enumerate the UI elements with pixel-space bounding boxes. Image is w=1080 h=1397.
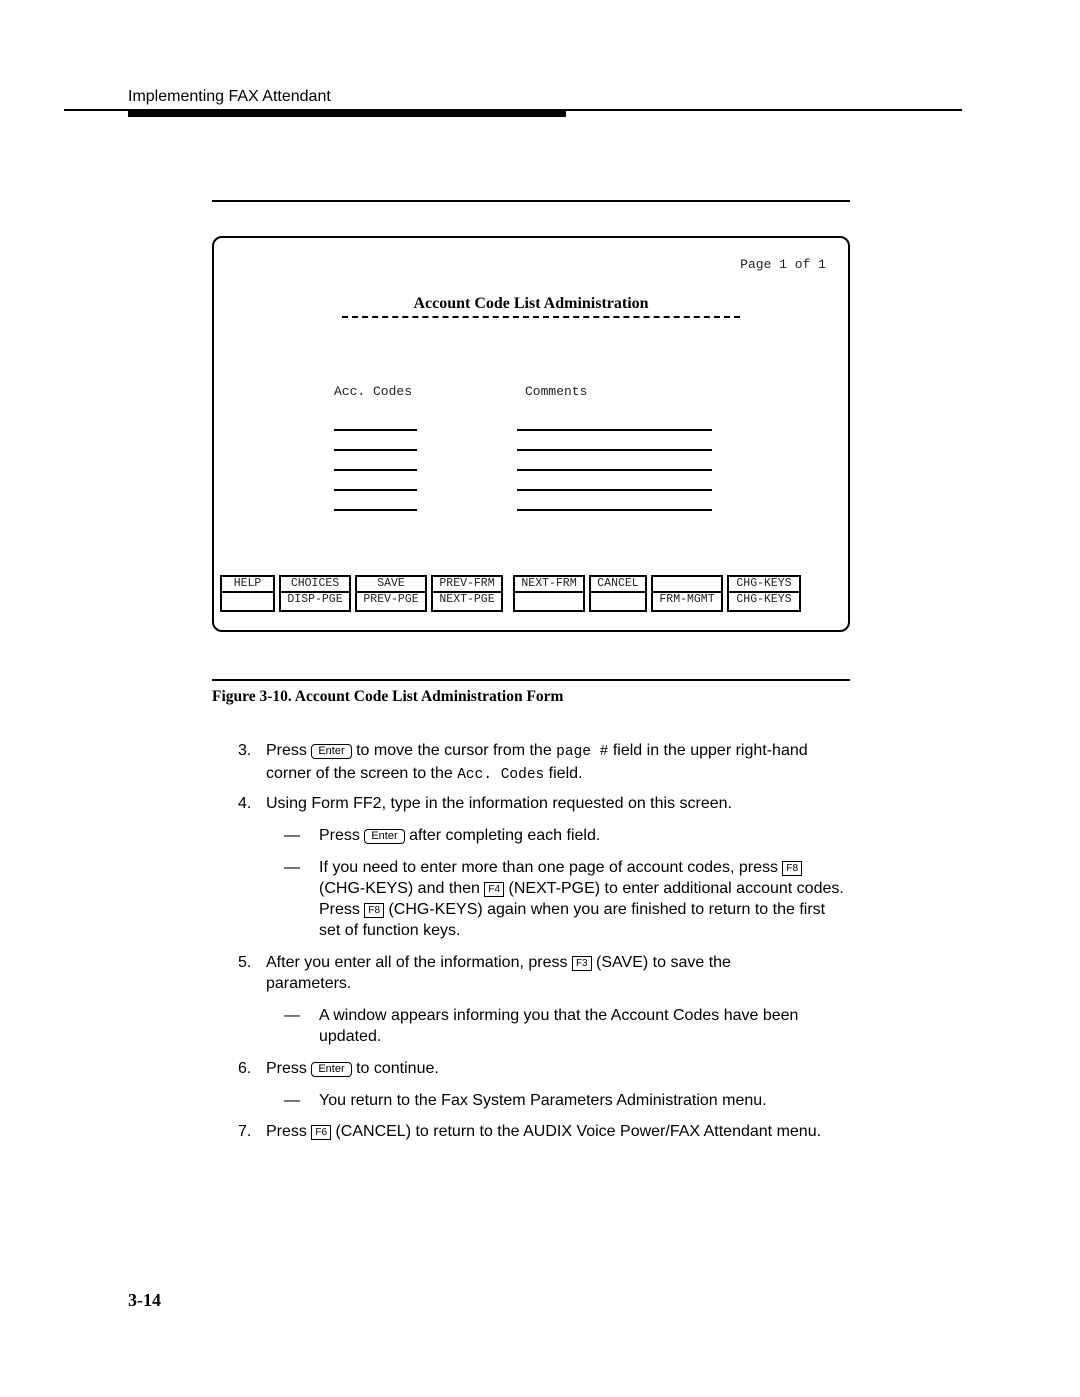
column-header-acc-codes: Acc. Codes (334, 384, 413, 399)
acc-code-field[interactable] (334, 509, 417, 511)
em-dash: — (284, 1007, 300, 1024)
f3-key-icon: F3 (571, 956, 592, 971)
fkey-f3[interactable]: SAVE PREV-PGE (355, 575, 427, 612)
fkey-f3-label: SAVE (355, 575, 427, 593)
f4-key-icon: F4 (484, 882, 505, 897)
f8-key-icon: F8 (782, 861, 803, 876)
figure-caption: Figure 3-10. Account Code List Administr… (212, 688, 564, 705)
fkey-f4[interactable]: PREV-FRM NEXT-PGE (431, 575, 503, 612)
page-indicator: Page 1 of 1 (740, 257, 826, 272)
function-key-bar: HELP CHOICES DISP-PGE SAVE PREV-PGE PREV… (220, 575, 801, 612)
em-dash: — (284, 827, 300, 844)
step-number: 7. (238, 1123, 252, 1140)
step-number: 5. (238, 954, 252, 971)
comment-field[interactable] (517, 469, 712, 471)
form-title-underline (342, 316, 740, 318)
comment-field[interactable] (517, 509, 712, 511)
column-header-comments: Comments (525, 384, 588, 399)
comment-field[interactable] (517, 449, 712, 451)
fkey-f8[interactable]: CHG-KEYS CHG-KEYS (727, 575, 801, 612)
fkey-f3-alt-label: PREV-PGE (355, 593, 427, 612)
step-number: 4. (238, 795, 252, 812)
fkey-f1[interactable]: HELP (220, 575, 275, 612)
fkey-f6-alt-label (589, 593, 647, 612)
step-text: Press Enter to move the cursor from the … (266, 742, 808, 783)
fkey-f8-alt-label: CHG-KEYS (727, 593, 801, 612)
acc-code-field[interactable] (334, 429, 417, 431)
fkey-f2-alt-label: DISP-PGE (279, 593, 351, 612)
step-number: 6. (238, 1060, 252, 1077)
em-dash: — (284, 1092, 300, 1109)
fkey-f8-label: CHG-KEYS (727, 575, 801, 593)
fkey-f5-alt-label (513, 593, 585, 612)
step-number: 3. (238, 742, 252, 759)
fkey-f5[interactable]: NEXT-FRM (513, 575, 585, 612)
comment-field[interactable] (517, 429, 712, 431)
em-dash: — (284, 859, 300, 876)
enter-key-icon: Enter (311, 1062, 352, 1077)
fkey-f1-label: HELP (220, 575, 275, 593)
form-title: Account Code List Administration (413, 295, 649, 312)
fkey-f4-alt-label: NEXT-PGE (431, 593, 503, 612)
enter-key-icon: Enter (364, 829, 405, 844)
acc-code-field[interactable] (334, 489, 417, 491)
fkey-f7[interactable]: FRM-MGMT (651, 575, 723, 612)
page-number: 3-14 (128, 1290, 161, 1310)
f6-key-icon: F6 (311, 1125, 332, 1140)
acc-code-field[interactable] (334, 469, 417, 471)
figure-top-rule (212, 200, 850, 202)
f8-key-icon: F8 (364, 903, 385, 918)
form-screen: Page 1 of 1 Account Code List Administra… (212, 236, 850, 632)
fkey-f4-label: PREV-FRM (431, 575, 503, 593)
acc-code-field[interactable] (334, 449, 417, 451)
fkey-f2-label: CHOICES (279, 575, 351, 593)
fkey-f7-label (651, 575, 723, 593)
fkey-f5-label: NEXT-FRM (513, 575, 585, 593)
step-text: Using Form FF2, type in the information … (266, 795, 732, 812)
running-header: Implementing FAX Attendant (128, 88, 331, 105)
fkey-f1-alt-label (220, 593, 275, 612)
fkey-f2[interactable]: CHOICES DISP-PGE (279, 575, 351, 612)
enter-key-icon: Enter (311, 744, 352, 759)
fkey-f7-alt-label: FRM-MGMT (651, 593, 723, 612)
fkey-f6[interactable]: CANCEL (589, 575, 647, 612)
figure-bottom-rule (212, 679, 850, 681)
header-bar (128, 110, 566, 117)
fkey-f6-label: CANCEL (589, 575, 647, 593)
comment-field[interactable] (517, 489, 712, 491)
